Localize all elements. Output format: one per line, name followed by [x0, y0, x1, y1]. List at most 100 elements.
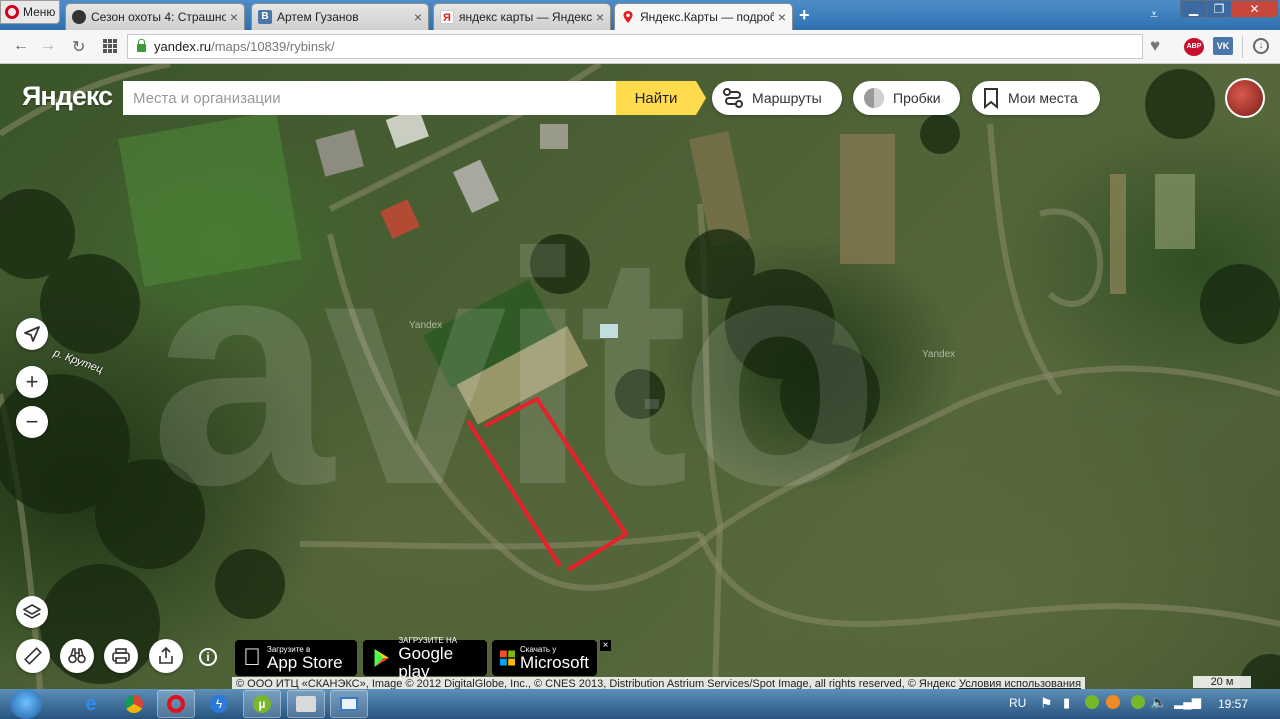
vk-favicon-icon: В: [258, 10, 272, 24]
zoom-out-button[interactable]: −: [16, 406, 48, 438]
layers-button[interactable]: [16, 596, 48, 628]
bookmark-heart-icon[interactable]: ♥: [1150, 36, 1160, 56]
share-icon: [159, 646, 173, 664]
my-places-label: Мои места: [1008, 90, 1078, 106]
route-icon: [723, 88, 743, 108]
terms-of-use-link[interactable]: Условия использования: [959, 678, 1081, 689]
microsoft-logo-icon: [500, 650, 516, 666]
tab-menu-icon[interactable]: ⩡: [1150, 6, 1158, 23]
vk-extension-icon[interactable]: VK: [1213, 37, 1233, 55]
ruler-button[interactable]: [16, 639, 50, 673]
zoom-in-button[interactable]: +: [16, 366, 48, 398]
downloads-icon[interactable]: ↓: [1253, 38, 1269, 54]
print-button[interactable]: [104, 639, 138, 673]
taskbar-opera-icon[interactable]: [157, 690, 195, 718]
adblock-plus-icon[interactable]: ABP: [1184, 38, 1204, 56]
binoculars-icon: [68, 648, 86, 664]
tab-title: яндекс карты — Яндекс:: [459, 10, 592, 24]
tab-yandex-maps[interactable]: Яндекс.Карты — подроб ×: [614, 3, 793, 30]
tab-title: Яндекс.Карты — подроб: [640, 10, 774, 24]
forward-arrow-icon[interactable]: →: [40, 37, 56, 55]
close-window-icon[interactable]: ✕: [1231, 0, 1278, 18]
google-play-icon: [374, 649, 389, 667]
browser-tab-bar: Меню Сезон охоты 4: Страшно × В Артем Гу…: [0, 0, 1280, 30]
satellite-map[interactable]: avito Yandex Yandex р. Крутец Яндекс Най…: [0, 64, 1280, 689]
taskbar-app-icon[interactable]: [287, 690, 325, 718]
close-badges-icon[interactable]: ×: [600, 640, 611, 651]
yandex-logo[interactable]: Яндекс: [22, 81, 113, 112]
microsoft-big-text: Microsoft: [520, 652, 589, 672]
printer-icon: [112, 648, 130, 664]
network-signal-icon[interactable]: ▂▄▆: [1174, 695, 1201, 709]
opera-logo-icon: [5, 5, 19, 19]
minimize-window-icon[interactable]: ▁: [1180, 0, 1207, 18]
microsoft-store-badge[interactable]: Скачать у Microsoft: [492, 640, 597, 676]
minus-icon: −: [25, 409, 39, 434]
location-arrow-icon: [24, 326, 40, 342]
map-copyright: © ООО ИТЦ «СКАНЭКС», Image © 2012 Digita…: [232, 677, 1086, 689]
secure-lock-icon: [137, 39, 146, 52]
tab-hunting-season[interactable]: Сезон охоты 4: Страшно ×: [65, 3, 245, 30]
url-path: /maps/10839/rybinsk/: [211, 39, 335, 54]
yandex-favicon-icon: Я: [440, 10, 454, 24]
taskbar-chrome-icon[interactable]: [115, 690, 153, 718]
language-indicator[interactable]: RU: [1009, 696, 1026, 710]
battery-icon[interactable]: ▮: [1063, 695, 1070, 711]
geolocation-button[interactable]: [16, 318, 48, 350]
yandex-maps-pin-icon: [621, 10, 635, 24]
toolbar-divider: [1242, 36, 1243, 58]
tab-yandex-search[interactable]: Я яндекс карты — Яндекс: ×: [433, 3, 611, 30]
highlighted-plot-outline: [466, 396, 629, 572]
traffic-button[interactable]: Пробки: [853, 81, 960, 115]
bookmark-icon: [984, 88, 998, 109]
apple-icon: : [243, 644, 261, 672]
google-play-badge[interactable]: ЗАГРУЗИТЕ НА Google play: [363, 636, 487, 680]
reload-icon[interactable]: ↻: [72, 37, 85, 57]
opera-menu-button[interactable]: Меню: [0, 0, 60, 24]
ruler-icon: [24, 647, 42, 665]
close-tab-icon[interactable]: ×: [596, 9, 604, 25]
volume-icon[interactable]: 🔈: [1150, 694, 1167, 711]
browser-address-bar: ← → ↻ yandex.ru /maps/10839/rybinsk/ ♥ A…: [0, 30, 1280, 64]
close-tab-icon[interactable]: ×: [230, 9, 238, 25]
start-button[interactable]: [10, 689, 42, 719]
taskbar-ie-icon[interactable]: e: [72, 690, 110, 718]
windows-taskbar: e ϟ µ RU ⚑ ▮ 🔈 ▂▄▆ 19:57: [0, 689, 1280, 719]
taskbar-window-icon[interactable]: [330, 690, 368, 718]
plus-icon: +: [25, 369, 39, 394]
user-avatar[interactable]: [1225, 78, 1265, 118]
hunter-favicon-icon: [72, 10, 86, 24]
copyright-text: © ООО ИТЦ «СКАНЭКС», Image © 2012 Digita…: [236, 678, 956, 689]
tab-title: Артем Гузанов: [277, 10, 359, 24]
tray-utorrent-icon[interactable]: [1085, 695, 1099, 709]
tray-avast-icon[interactable]: [1106, 695, 1120, 709]
maximize-window-icon[interactable]: ❐: [1206, 0, 1232, 18]
layers-icon: [23, 604, 41, 619]
taskbar-utorrent-icon[interactable]: µ: [243, 690, 281, 718]
tab-title: Сезон охоты 4: Страшно: [91, 10, 226, 24]
url-field[interactable]: yandex.ru /maps/10839/rybinsk/: [127, 34, 1143, 59]
new-tab-icon[interactable]: +: [799, 5, 810, 26]
clock[interactable]: 19:57: [1218, 697, 1248, 711]
search-button[interactable]: Найти: [616, 81, 696, 115]
tab-artem-guzanov[interactable]: В Артем Гузанов ×: [251, 3, 429, 30]
map-scale: 20 м: [1193, 676, 1251, 688]
back-arrow-icon[interactable]: ←: [13, 37, 29, 55]
traffic-label: Пробки: [893, 90, 941, 106]
close-tab-icon[interactable]: ×: [778, 9, 786, 25]
search-button-arrow: [696, 81, 706, 115]
info-icon[interactable]: i: [199, 648, 217, 666]
my-places-button[interactable]: Мои места: [972, 81, 1100, 115]
flag-icon[interactable]: ⚑: [1040, 695, 1053, 712]
taskbar-lightning-icon[interactable]: ϟ: [200, 690, 238, 718]
routes-label: Маршруты: [752, 90, 822, 106]
menu-label: Меню: [23, 5, 56, 19]
panorama-button[interactable]: [60, 639, 94, 673]
speed-dial-grid-icon[interactable]: [103, 39, 117, 58]
search-input[interactable]: [123, 81, 616, 115]
app-store-badge[interactable]:  Загрузите в App Store: [235, 640, 357, 676]
tray-app-icon[interactable]: [1131, 695, 1145, 709]
close-tab-icon[interactable]: ×: [414, 9, 422, 25]
share-button[interactable]: [149, 639, 183, 673]
routes-button[interactable]: Маршруты: [712, 81, 842, 115]
